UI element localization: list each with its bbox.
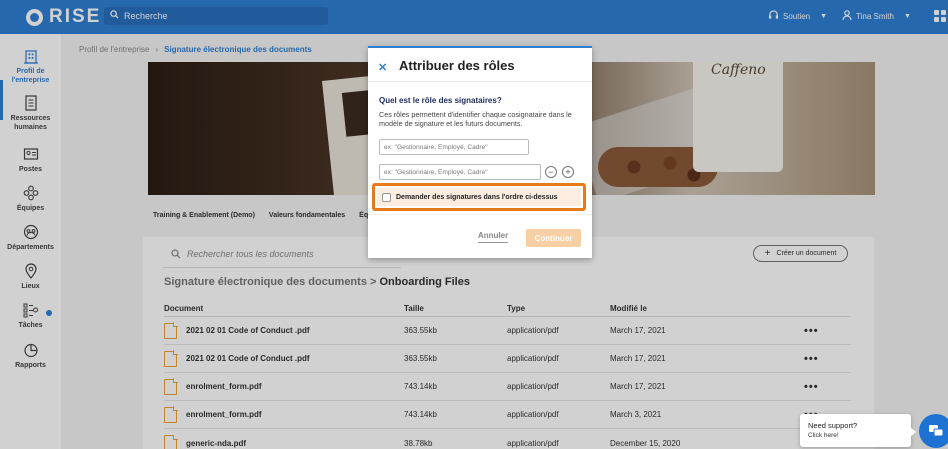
signers-role-question: Quel est le rôle des signataires?	[379, 96, 502, 105]
close-icon[interactable]: ✕	[378, 61, 387, 74]
add-role-button[interactable]: +	[562, 166, 574, 178]
signers-role-description: Ces rôles permettent d'identifier chaque…	[379, 110, 572, 128]
signing-order-label: Demander des signatures dans l'ordre ci-…	[396, 193, 558, 201]
continue-button[interactable]: Continuer	[526, 229, 581, 247]
chat-bubble-icon	[929, 425, 944, 437]
role-input-1[interactable]: ex: "Gestionnaire, Employé, Cadre"	[379, 139, 529, 155]
support-subtitle: Click here!	[808, 432, 839, 439]
cancel-button[interactable]: Annuler	[478, 231, 509, 243]
modal-divider	[368, 214, 592, 215]
modal-title: Attribuer des rôles	[399, 58, 515, 73]
assign-roles-modal: ✕ Attribuer des rôles Quel est le rôle d…	[368, 46, 592, 258]
role-input-placeholder: ex: "Gestionnaire, Employé, Cadre"	[384, 143, 488, 151]
role-input-placeholder: ex: "Gestionnaire, Employé, Cadre"	[384, 168, 488, 176]
signing-order-option[interactable]: Demander des signatures dans l'ordre ci-…	[377, 188, 581, 206]
role-input-2[interactable]: ex: "Gestionnaire, Employé, Cadre"	[379, 164, 541, 180]
support-title: Need support?	[808, 421, 858, 430]
remove-role-button[interactable]: −	[545, 166, 557, 178]
highlighted-checkbox-frame: Demander des signatures dans l'ordre ci-…	[372, 183, 586, 211]
support-popup-tail	[910, 427, 916, 437]
modal-header: ✕ Attribuer des rôles	[368, 48, 592, 82]
chat-button[interactable]	[919, 414, 948, 448]
support-popup[interactable]: Need support? Click here!	[800, 414, 911, 447]
signing-order-checkbox[interactable]	[382, 192, 391, 202]
